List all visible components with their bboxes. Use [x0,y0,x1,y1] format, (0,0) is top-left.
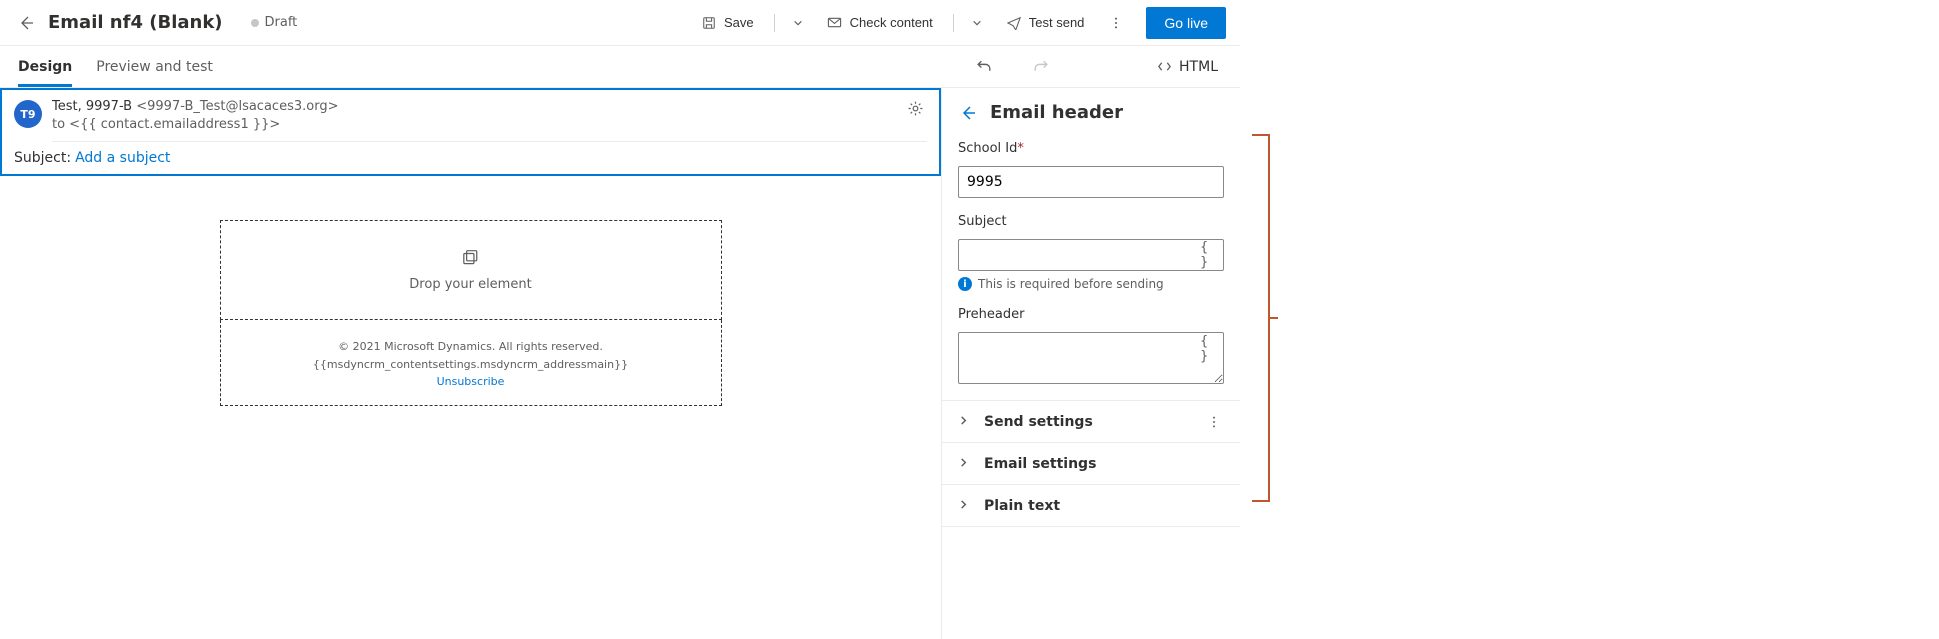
unsubscribe-link[interactable]: Unsubscribe [437,375,505,388]
element-icon [461,249,481,269]
separator [953,14,954,32]
page-title: Email nf4 (Blank) [48,12,223,33]
html-label: HTML [1179,59,1218,75]
panel-title: Email header [990,102,1123,123]
accordion-send-settings[interactable]: Send settings [942,401,1240,443]
copyright-text: © 2021 Microsoft Dynamics. All rights re… [233,338,709,356]
email-header-preview[interactable]: T9 Test, 9997-B <9997-B_Test@lsacaces3.o… [0,88,941,176]
from-name: Test, 9997-B [52,99,136,114]
status-badge: Draft [251,15,298,30]
chevron-right-icon [958,457,972,471]
save-chevron[interactable] [787,7,809,39]
undo-button[interactable] [968,51,1000,83]
check-content-label: Check content [850,15,933,30]
token-picker-button[interactable]: { } [1200,246,1218,264]
test-send-button[interactable]: Test send [998,7,1093,39]
save-button[interactable]: Save [693,7,762,39]
subject-helper: i This is required before sending [958,277,1224,291]
address-token: {{msdyncrm_contentsettings.msdyncrm_addr… [233,356,709,374]
email-footer[interactable]: © 2021 Microsoft Dynamics. All rights re… [220,320,722,406]
tab-design[interactable]: Design [18,46,72,87]
accordion-label: Plain text [984,498,1224,514]
subject-field-label: Subject [958,214,1224,229]
accordion-email-settings[interactable]: Email settings [942,443,1240,485]
status-dot-icon [251,19,259,27]
preheader-input[interactable] [958,332,1224,384]
add-subject-link[interactable]: Add a subject [75,150,170,166]
panel-back-icon[interactable] [958,103,978,123]
avatar: T9 [14,100,42,128]
tab-preview[interactable]: Preview and test [96,46,213,87]
go-live-button[interactable]: Go live [1146,7,1226,39]
more-menu-button[interactable] [1102,7,1130,39]
chevron-right-icon [958,499,972,513]
chevron-right-icon [958,415,972,429]
test-send-label: Test send [1029,15,1085,30]
accordion-label: Send settings [984,414,1192,430]
subject-input[interactable] [958,239,1224,271]
school-id-input[interactable] [958,166,1224,198]
send-icon [1006,15,1022,31]
code-icon [1156,59,1172,75]
subject-helper-text: This is required before sending [978,277,1164,291]
back-arrow-icon[interactable] [14,11,38,35]
school-id-label: School Id* [958,141,1224,156]
info-icon: i [958,277,972,291]
annotation-bracket [1252,134,1270,502]
save-label: Save [724,15,754,30]
drop-zone[interactable]: Drop your element [220,220,722,320]
drop-text: Drop your element [409,277,531,292]
accordion-label: Email settings [984,456,1224,472]
status-text: Draft [265,15,298,30]
token-picker-button[interactable]: { } [1200,340,1218,358]
preheader-label: Preheader [958,307,1224,322]
check-chevron[interactable] [966,7,988,39]
check-content-button[interactable]: Check content [819,7,941,39]
save-icon [701,15,717,31]
html-toggle[interactable]: HTML [1152,59,1222,75]
envelope-icon [827,15,843,31]
separator [774,14,775,32]
to-line: to <{{ contact.emailaddress1 }}> [52,116,897,134]
gear-icon[interactable] [907,100,927,120]
accordion-more-icon[interactable] [1204,412,1224,432]
subject-label: Subject: [14,150,71,166]
from-address: <9997-B_Test@lsacaces3.org> [136,99,338,114]
redo-button[interactable] [1024,51,1056,83]
accordion-plain-text[interactable]: Plain text [942,485,1240,527]
